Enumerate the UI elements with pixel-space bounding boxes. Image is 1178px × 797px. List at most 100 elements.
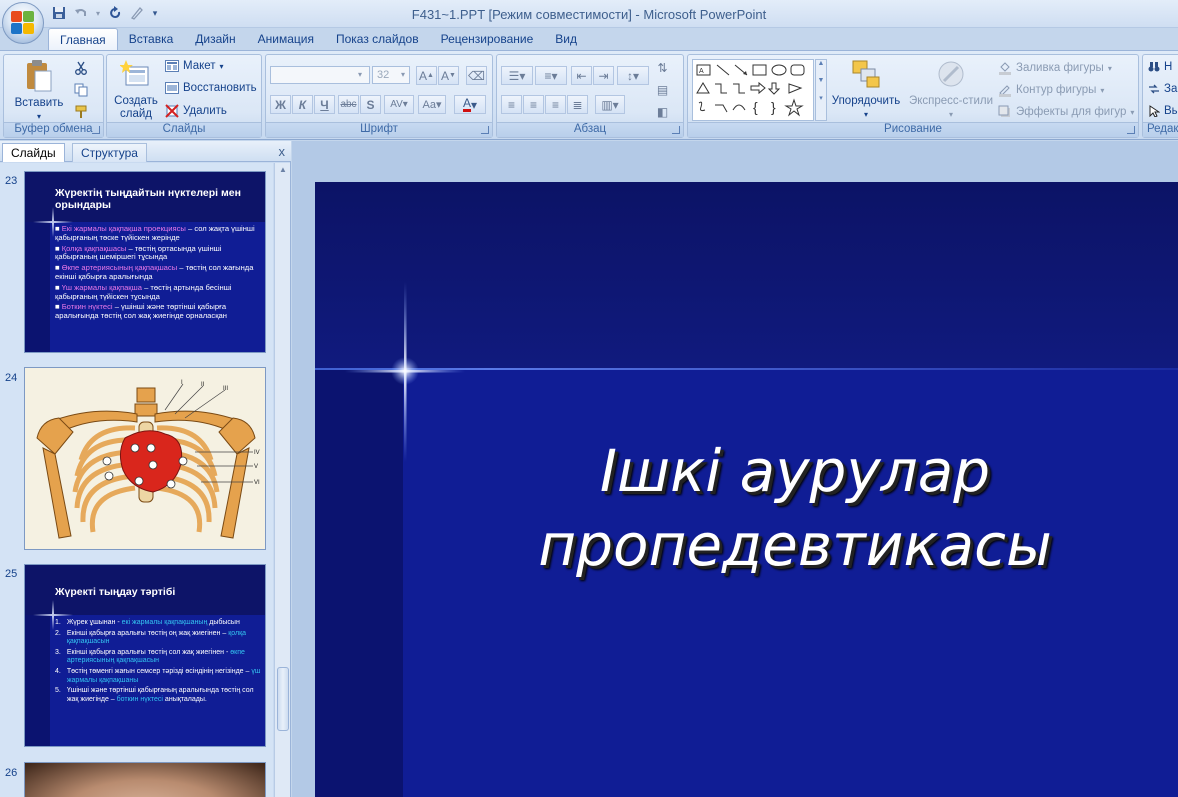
slide-thumbnail-24[interactable]: I II III IV V VI: [24, 367, 266, 550]
arrange-button[interactable]: Упорядочить ▾: [830, 59, 902, 121]
drawing-launcher-icon[interactable]: [1127, 126, 1135, 134]
increase-indent-icon[interactable]: ⇥: [593, 66, 614, 85]
grow-font-icon[interactable]: A ▲: [416, 66, 437, 85]
paragraph-group-label: Абзац: [497, 122, 683, 137]
tab-design[interactable]: Дизайн: [184, 28, 246, 50]
font-launcher-icon[interactable]: [481, 126, 489, 134]
tab-slideshow[interactable]: Показ слайдов: [325, 28, 430, 50]
roman-label-ii: II: [201, 382, 205, 388]
roman-label-iv: IV: [254, 450, 260, 456]
select-button[interactable]: Вы: [1148, 105, 1178, 117]
thumb-list-item: 1. Жүрек ұшынан - екі жармалы қақпақшаның…: [55, 619, 240, 626]
smartart-icon[interactable]: ◧: [652, 102, 673, 121]
editing-group-label: Редак: [1143, 122, 1178, 137]
tab-insert[interactable]: Вставка: [118, 28, 185, 50]
office-button[interactable]: [2, 2, 44, 44]
italic-icon[interactable]: К: [292, 95, 313, 114]
line-spacing-icon[interactable]: ↕▾: [617, 66, 649, 85]
align-text-icon[interactable]: ▤: [652, 80, 673, 99]
find-button[interactable]: Н: [1148, 61, 1172, 73]
tab-review[interactable]: Рецензирование: [430, 28, 545, 50]
quick-styles-button[interactable]: Экспресс-стили ▾: [906, 59, 996, 121]
pane-tabs: Слайды Структура x: [0, 141, 291, 162]
paste-button[interactable]: Вставить ▾: [10, 59, 68, 123]
layout-button[interactable]: Макет ▾: [165, 60, 224, 72]
shape-outline-button[interactable]: Контур фигуры ▾: [998, 83, 1104, 97]
drawing-group: A { } ▲ ▼ ▾ Упорядочить ▾ Экспресс-стили…: [687, 54, 1139, 138]
tab-home[interactable]: Главная: [48, 28, 118, 50]
columns-icon[interactable]: ▥▾: [595, 95, 625, 114]
thumb-bullet: ■ Қолқа қақпақшасы – төстің ортасында үш…: [55, 243, 222, 262]
scroll-up-icon[interactable]: ▲: [277, 165, 289, 175]
tab-view[interactable]: Вид: [544, 28, 588, 50]
thumb-numbered-list: 1. Жүрек ұшынан - екі жармалы қақпақшаның…: [55, 619, 265, 704]
char-spacing-icon[interactable]: AV▾: [384, 95, 414, 114]
cut-button[interactable]: [74, 61, 88, 75]
new-slide-button[interactable]: Создать слайд: [111, 59, 161, 121]
quick-styles-icon: [938, 61, 964, 87]
align-center-icon[interactable]: ≡: [523, 95, 544, 114]
paste-icon: [27, 60, 52, 92]
strikethrough-icon[interactable]: abc: [338, 95, 359, 114]
clear-format-icon[interactable]: ⌫: [466, 66, 487, 85]
align-left-icon[interactable]: ≡: [501, 95, 522, 114]
roman-label-v: V: [254, 464, 258, 470]
shape-effects-label: Эффекты для фигур: [1016, 106, 1127, 118]
shape-effects-icon: [998, 105, 1010, 117]
shadow-text-icon[interactable]: S: [360, 95, 381, 114]
thumbnail-scrollbar[interactable]: ▲: [274, 163, 290, 797]
close-pane-icon[interactable]: x: [279, 144, 286, 159]
scissors-icon: [75, 61, 87, 75]
tab-slides[interactable]: Слайды: [2, 143, 65, 162]
slide-thumbnail-25[interactable]: Жүректі тыңдау тәртібі 1. Жүрек ұшынан - …: [24, 564, 266, 747]
change-case-icon[interactable]: Aa▾: [418, 95, 446, 114]
font-name-combo[interactable]: [270, 66, 370, 84]
clipboard-launcher-icon[interactable]: [92, 126, 100, 134]
delete-icon: [165, 104, 179, 118]
slide-thumbnail-26[interactable]: [24, 762, 266, 797]
ribbon: Вставить ▾ Буфер обмена Создать слайд Ма…: [0, 50, 1178, 140]
numbering-icon[interactable]: ≡▾: [535, 66, 567, 85]
slide-thumbnail-23[interactable]: Жүректің тыңдайтын нүктелері мен орындар…: [24, 171, 266, 353]
paste-label: Вставить: [14, 97, 64, 109]
new-slide-label-2: слайд: [120, 108, 152, 120]
align-right-icon[interactable]: ≡: [545, 95, 566, 114]
shape-outline-label: Контур фигуры: [1016, 84, 1097, 96]
reset-label: Восстановить: [183, 82, 257, 94]
delete-slide-button[interactable]: Удалить: [165, 104, 227, 118]
editing-group: Н За Вы Редак: [1142, 54, 1178, 138]
svg-text:A: A: [699, 68, 704, 75]
format-painter-button[interactable]: [74, 105, 88, 119]
current-slide[interactable]: Ішкі аурулар пропедевтикасы: [315, 182, 1178, 797]
shape-effects-button[interactable]: Эффекты для фигур ▾: [998, 105, 1134, 119]
replace-button[interactable]: За: [1148, 83, 1177, 95]
underline-icon[interactable]: Ч: [314, 95, 335, 114]
new-slide-label-1: Создать: [114, 95, 158, 107]
tab-outline[interactable]: Структура: [72, 143, 147, 162]
bullets-icon[interactable]: ☰▾: [501, 66, 533, 85]
shrink-font-icon[interactable]: A ▼: [438, 66, 459, 85]
quick-styles-label: Экспресс-стили: [908, 95, 994, 107]
bold-icon[interactable]: Ж: [270, 95, 291, 114]
justify-icon[interactable]: ≣: [567, 95, 588, 114]
font-size-dropdown-icon[interactable]: ▾: [401, 70, 405, 79]
paragraph-launcher-icon[interactable]: [672, 126, 680, 134]
shape-fill-button[interactable]: Заливка фигуры ▾: [998, 61, 1112, 75]
reset-icon: [165, 82, 179, 94]
reset-button[interactable]: Восстановить: [165, 82, 257, 94]
shapes-gallery-icons: A { }: [696, 64, 805, 117]
powerpoint-window: ▾ ▾ F431~1.PPT [Режим совместимости] - M…: [0, 0, 1178, 797]
slide-title[interactable]: Ішкі аурулар пропедевтикасы: [465, 434, 1125, 582]
decrease-indent-icon[interactable]: ⇤: [571, 66, 592, 85]
font-color-icon[interactable]: A ▾: [454, 95, 486, 114]
text-direction-icon[interactable]: ⇅: [652, 58, 673, 77]
shapes-gallery[interactable]: A { }: [692, 59, 814, 121]
delete-label: Удалить: [183, 105, 227, 117]
font-name-dropdown-icon[interactable]: ▾: [358, 70, 362, 79]
scroll-thumb[interactable]: [277, 667, 289, 731]
ribcage-heart-illustration: I II III IV V VI: [36, 380, 260, 539]
shapes-gallery-scroll[interactable]: ▲ ▼ ▾: [815, 59, 827, 121]
copy-button[interactable]: [74, 83, 88, 97]
slide-number: 26: [5, 767, 18, 779]
tab-animations[interactable]: Анимация: [247, 28, 325, 50]
